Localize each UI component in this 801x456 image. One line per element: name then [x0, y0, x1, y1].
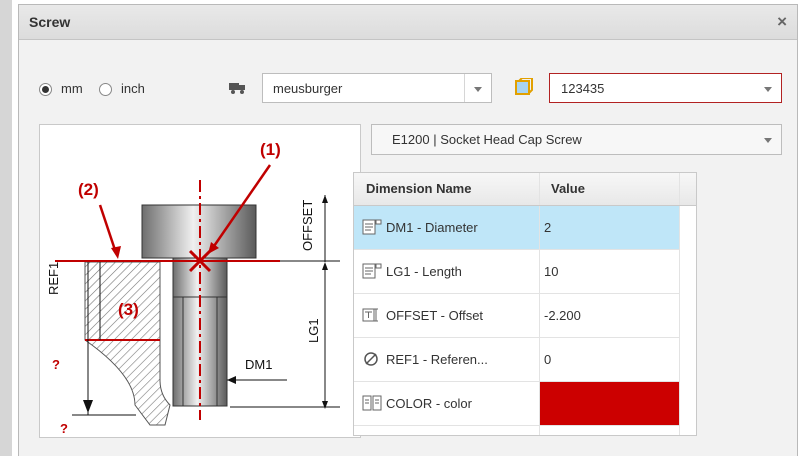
col-dimension-name[interactable]: Dimension Name	[366, 181, 471, 196]
text-field-icon	[362, 218, 382, 236]
title-bar: Screw ×	[19, 5, 797, 40]
unknown-mark-2: ?	[60, 421, 68, 436]
part-number-combo[interactable]: 123435	[549, 73, 782, 103]
column-separator	[679, 206, 680, 435]
ref1-label: REF1	[46, 261, 61, 295]
unit-inch-radio[interactable]	[99, 83, 112, 96]
dimension-name: DM1 - Diameter	[386, 220, 478, 235]
hatched-plate	[84, 261, 171, 426]
color-swatch[interactable]	[540, 382, 679, 425]
dimension-value[interactable]: 2	[544, 220, 551, 235]
column-separator	[539, 173, 540, 205]
dimension-name: COLOR - color	[386, 396, 472, 411]
dimension-name: LG1 - Length	[386, 264, 462, 279]
chevron-down-icon	[764, 87, 772, 92]
column-separator	[539, 206, 540, 435]
dimension-name: OFFSET - Offset	[386, 308, 484, 323]
supplier-value: meusburger	[273, 81, 343, 96]
screw-diagram-panel: (1) (2) (3) REF1 OFFSET LG1 DM1 ? ?	[39, 124, 361, 438]
lg1-label: LG1	[306, 318, 321, 343]
grid-header: Dimension Name Value	[354, 173, 696, 206]
dm1-label: DM1	[245, 357, 273, 372]
screw-diagram	[55, 164, 340, 426]
product-dropdown-button[interactable]	[755, 125, 781, 154]
dimension-name: REF1 - Referen...	[386, 352, 488, 367]
product-value: E1200 | Socket Head Cap Screw	[392, 132, 582, 147]
dimension-value[interactable]: -2.200	[544, 308, 581, 323]
part-number-value: 123435	[561, 81, 605, 96]
offset-label: OFFSET	[300, 199, 315, 251]
dimension-value[interactable]: 10	[544, 264, 558, 279]
product-select[interactable]: E1200 | Socket Head Cap Screw	[371, 124, 782, 155]
unit-mm-radio[interactable]	[39, 83, 52, 96]
grid-row[interactable]: REF1 - Referen... 0	[354, 338, 679, 382]
dimension-value[interactable]: 0	[544, 352, 551, 367]
unknown-mark-1: ?	[52, 357, 60, 372]
supplier-dropdown-button[interactable]	[464, 74, 491, 102]
no-reference-icon	[362, 350, 382, 368]
grid-row[interactable]: COLOR - color	[354, 382, 679, 426]
chevron-down-icon	[764, 138, 772, 143]
close-icon[interactable]: ×	[777, 12, 787, 32]
col-value[interactable]: Value	[551, 181, 585, 196]
offset-icon	[362, 306, 382, 324]
dialog-title: Screw	[29, 14, 71, 30]
supplier-select[interactable]: meusburger	[262, 73, 492, 103]
label-3: (3)	[118, 300, 139, 319]
label-1: (1)	[260, 140, 281, 159]
column-separator	[679, 173, 680, 205]
cube-icon	[514, 77, 534, 99]
unit-mm-label: mm	[61, 81, 83, 96]
truck-icon	[228, 80, 248, 99]
part-number-dropdown-button[interactable]	[755, 74, 781, 102]
dimension-grid: Dimension Name Value DM1 - Diameter 2 LG…	[353, 172, 697, 436]
chevron-down-icon	[474, 87, 482, 92]
text-field-icon	[362, 262, 382, 280]
background-strip	[0, 0, 12, 456]
grid-row[interactable]: OFFSET - Offset -2.200	[354, 294, 679, 338]
label-2: (2)	[78, 180, 99, 199]
grid-row[interactable]: LG1 - Length 10	[354, 250, 679, 294]
unit-inch-label: inch	[121, 81, 145, 96]
grid-row[interactable]: DM1 - Diameter 2	[354, 206, 679, 250]
color-picker-icon	[362, 394, 382, 412]
